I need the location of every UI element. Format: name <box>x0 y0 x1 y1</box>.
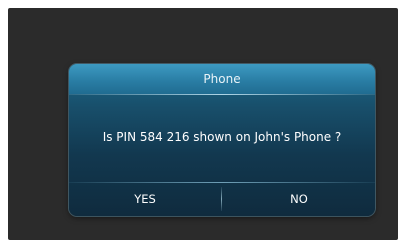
dialog-message: Is PIN 584 216 shown on John's Phone ? <box>102 130 342 144</box>
button-divider <box>221 187 222 211</box>
screen-background: Phone Is PIN 584 216 shown on John's Pho… <box>8 8 398 240</box>
yes-button[interactable]: YES <box>69 183 221 216</box>
header-divider <box>69 94 375 95</box>
confirmation-dialog: Phone Is PIN 584 216 shown on John's Pho… <box>69 64 375 216</box>
dialog-title: Phone <box>203 72 241 86</box>
no-button[interactable]: NO <box>223 183 375 216</box>
